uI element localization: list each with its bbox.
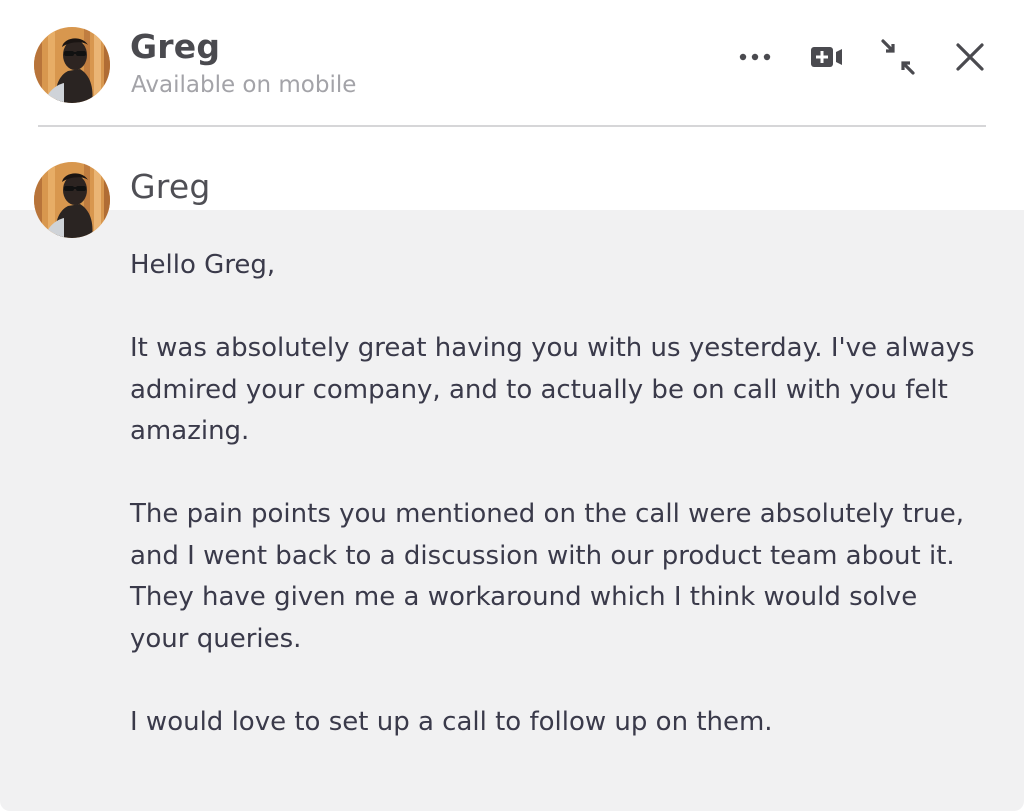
more-horizontal-icon	[739, 53, 771, 61]
video-call-icon	[811, 47, 842, 67]
collapse-button[interactable]	[878, 37, 918, 77]
header-divider	[38, 125, 986, 127]
close-button[interactable]	[950, 37, 990, 77]
close-icon	[956, 43, 984, 71]
contact-status: Available on mobile	[131, 72, 357, 98]
message-paragraph: The pain points you mentioned on the cal…	[130, 499, 964, 654]
message-body: Hello Greg, It was absolutely great havi…	[130, 245, 980, 743]
video-call-button[interactable]	[807, 37, 847, 77]
chat-window: Greg Available on mobile Greg Hello Greg…	[0, 0, 1024, 811]
message-paragraph: It was absolutely great having you with …	[130, 333, 975, 446]
message-paragraph: Hello Greg,	[130, 250, 276, 280]
avatar[interactable]	[34, 27, 110, 103]
sender-name: Greg	[130, 167, 211, 206]
more-options-button[interactable]	[735, 37, 775, 77]
collapse-icon	[881, 39, 915, 75]
message-paragraph: I would love to set up a call to follow …	[130, 706, 773, 737]
sender-avatar[interactable]	[34, 162, 110, 238]
contact-name: Greg	[130, 27, 221, 66]
